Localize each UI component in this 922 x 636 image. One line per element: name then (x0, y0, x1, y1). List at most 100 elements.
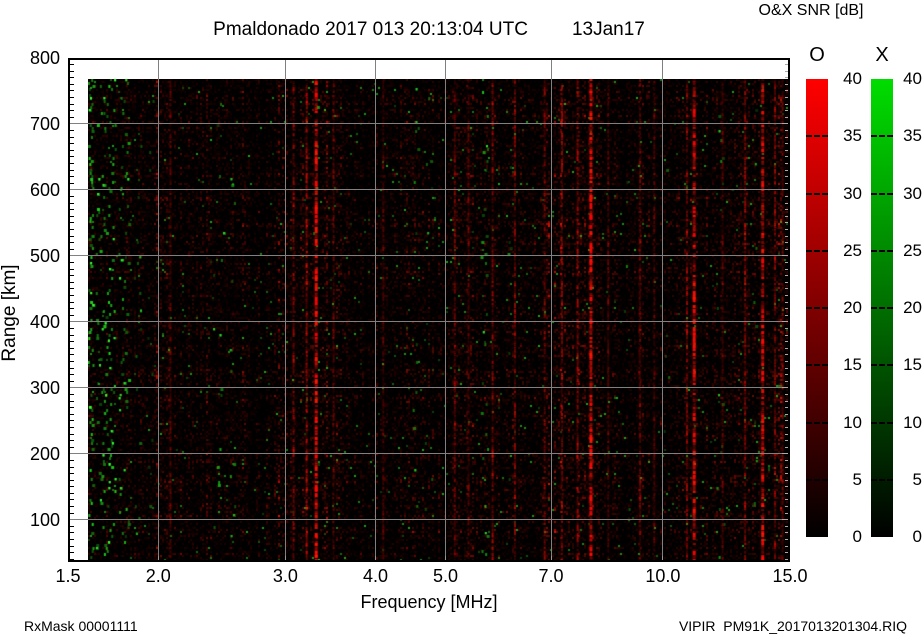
y-axis-tick (68, 532, 74, 533)
y-axis-tick (68, 381, 74, 382)
y-axis-right-tick (785, 203, 790, 204)
y-axis-tick (68, 361, 74, 362)
y-axis-right-tick (785, 473, 790, 474)
y-axis-tick (68, 90, 74, 91)
y-axis-tick (68, 242, 74, 243)
colorbar-tick-label: 40 (832, 70, 862, 88)
y-axis-right-tick (785, 414, 790, 415)
x-tick-label: 3.0 (255, 566, 315, 587)
y-axis-tick (68, 546, 74, 547)
y-axis-tick (68, 559, 74, 560)
y-axis-tick (68, 328, 74, 329)
colorbar-tick (806, 422, 828, 424)
colorbar-tick-label: 5 (892, 471, 922, 489)
y-axis-right-tick (785, 513, 790, 514)
colorbar-tick-label: 40 (892, 70, 922, 88)
y-axis-right-tick (785, 156, 790, 157)
colorbar-tick (871, 193, 893, 195)
y-axis-right-tick (785, 328, 790, 329)
y-axis-right-tick (785, 90, 790, 91)
colorbar-tick (871, 135, 893, 137)
y-axis-right-tick (785, 348, 790, 349)
y-axis-tick (68, 414, 74, 415)
x-tick-label: 2.0 (128, 566, 188, 587)
colorbar-tick-label: 25 (892, 242, 922, 260)
colorbar-tick-label: 15 (832, 356, 862, 374)
y-axis-right-tick (782, 519, 790, 520)
colorbar-tick-label: 30 (892, 185, 922, 203)
colorbar-tick-label: 35 (892, 127, 922, 145)
ionogram-plot-area (68, 58, 790, 562)
y-axis-right-tick (785, 361, 790, 362)
colorbar-tick-label: 0 (832, 528, 862, 546)
y-axis-tick (68, 216, 74, 217)
y-axis-right-tick (785, 262, 790, 263)
y-axis-tick (68, 163, 74, 164)
vertical-gridline (445, 58, 446, 562)
y-axis-right-tick (785, 427, 790, 428)
y-axis-tick (68, 473, 74, 474)
y-axis-right-tick (785, 282, 790, 283)
y-axis-right-tick (785, 275, 790, 276)
y-axis-tick (68, 130, 74, 131)
y-axis-right-tick (785, 407, 790, 408)
y-axis-tick (68, 552, 74, 553)
colorbar-tick (871, 422, 893, 424)
y-axis-tick (68, 354, 74, 355)
y-axis-right-tick (785, 440, 790, 441)
vertical-gridline (375, 58, 376, 562)
y-axis-tick (68, 341, 74, 342)
y-axis-tick (68, 539, 74, 540)
y-axis-right-tick (785, 506, 790, 507)
rxmask-label: RxMask 00001111 (24, 618, 138, 634)
y-axis-right-tick (785, 222, 790, 223)
y-axis-tick (68, 506, 74, 507)
y-axis-right-tick (785, 467, 790, 468)
y-axis-right-tick (785, 499, 790, 500)
horizontal-gridline (68, 189, 790, 190)
y-axis-tick (68, 499, 74, 500)
y-axis-right-tick (782, 189, 790, 190)
y-axis-right-tick (785, 302, 790, 303)
x-axis-tick (285, 556, 286, 562)
horizontal-gridline (68, 255, 790, 256)
y-axis-right-tick (785, 394, 790, 395)
y-axis-right-tick (785, 71, 790, 72)
colorbar-tick-label: 30 (832, 185, 862, 203)
y-axis-tick (68, 315, 74, 316)
y-axis-right-tick (785, 308, 790, 309)
y-tick-label: 400 (0, 311, 60, 333)
x-axis-tick (551, 556, 552, 562)
y-axis-right-tick (785, 117, 790, 118)
y-axis-tick (68, 249, 74, 250)
y-axis-right-tick (785, 130, 790, 131)
horizontal-gridline (68, 321, 790, 322)
y-axis-tick (68, 282, 74, 283)
y-tick-label: 600 (0, 179, 60, 201)
y-axis-tick (68, 203, 74, 204)
y-axis-tick (68, 117, 74, 118)
colorbar-tick-label: 0 (892, 528, 922, 546)
y-tick-label: 500 (0, 245, 60, 267)
y-axis-right-tick (785, 137, 790, 138)
x-tick-label: 5.0 (416, 566, 476, 587)
colorbar-tick-label: 35 (832, 127, 862, 145)
x-tick-label: 1.5 (38, 566, 98, 587)
y-axis-tick (68, 288, 74, 289)
y-axis-tick (68, 262, 74, 263)
x-axis-tick (158, 556, 159, 562)
y-axis-tick (68, 434, 74, 435)
y-axis-tick (68, 209, 74, 210)
x-tick-label: 15.0 (760, 566, 820, 587)
y-axis-tick (68, 493, 74, 494)
y-axis-right-tick (785, 381, 790, 382)
y-axis-tick (68, 526, 74, 527)
y-axis-right-tick (785, 532, 790, 533)
y-axis-right-tick (785, 176, 790, 177)
y-axis-right-tick (782, 321, 790, 322)
y-axis-right-tick (785, 249, 790, 250)
y-axis-tick (68, 308, 74, 309)
y-axis-tick (68, 236, 74, 237)
y-axis-right-tick (785, 434, 790, 435)
y-axis-right-tick (785, 196, 790, 197)
